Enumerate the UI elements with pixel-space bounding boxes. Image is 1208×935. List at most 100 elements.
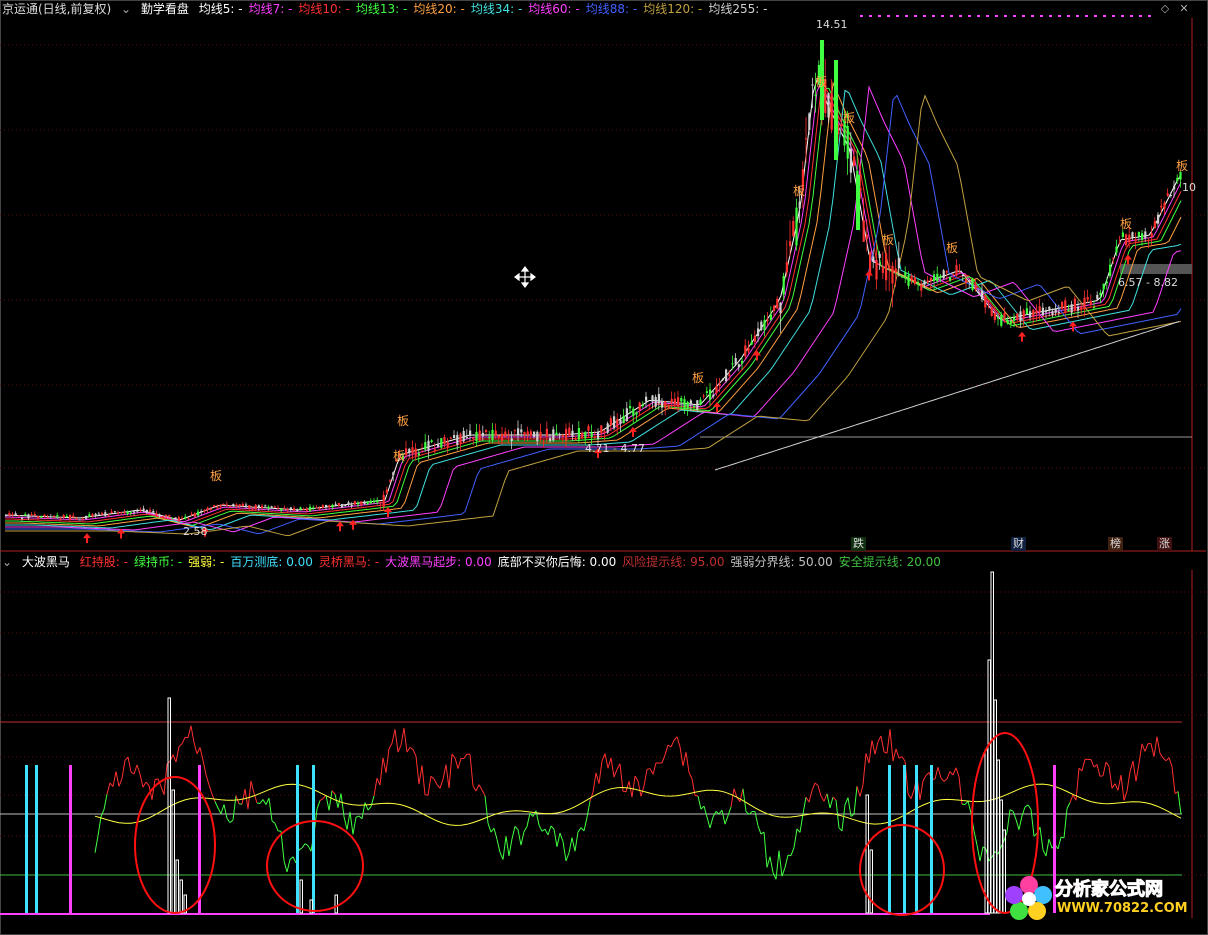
candle-body <box>1096 294 1099 300</box>
signal-dash <box>860 15 863 17</box>
oscillator-segment <box>646 768 651 770</box>
candle-body <box>574 439 577 441</box>
candle-body <box>104 512 107 516</box>
oscillator-segment <box>1048 838 1053 849</box>
oscillator-segment <box>481 789 486 796</box>
oscillator-segment <box>841 804 846 831</box>
oscillator-segment <box>142 781 147 788</box>
signal-dash <box>1148 15 1151 17</box>
candle-body <box>491 429 494 440</box>
board-mark-label: 板 <box>397 414 409 428</box>
candle-body <box>926 280 929 283</box>
candle-body <box>283 507 286 509</box>
oscillator-segment <box>586 801 591 818</box>
oscillator-segment <box>316 800 321 810</box>
candle-body <box>1125 234 1128 246</box>
oscillator-segment <box>160 786 165 795</box>
oscillator-segment <box>802 797 807 814</box>
candle-body <box>353 501 356 505</box>
candle-body <box>1035 310 1038 314</box>
oscillator-segment <box>214 801 219 809</box>
oscillator-segment <box>517 829 522 846</box>
oscillator-segment <box>844 797 849 805</box>
candle-body <box>1041 307 1044 316</box>
oscillator-segment <box>352 817 357 835</box>
signal-dash <box>941 15 944 17</box>
candle-body <box>1179 171 1182 180</box>
candle-body <box>526 431 529 435</box>
candle-body <box>72 515 75 518</box>
oscillator-segment <box>544 828 549 836</box>
candle-body <box>190 513 193 515</box>
oscillator-segment <box>403 728 408 753</box>
oscillator-segment <box>1030 809 1035 837</box>
oscillator-segment <box>1075 768 1080 801</box>
candle-body <box>49 516 52 518</box>
candle-body <box>475 431 478 442</box>
candle-body <box>437 444 440 447</box>
candle-body <box>305 508 308 511</box>
oscillator-segment <box>766 856 771 868</box>
candle-body <box>1000 315 1003 326</box>
oscillator-segment <box>109 782 114 787</box>
candle-body <box>955 265 958 276</box>
oscillator-segment <box>553 829 558 847</box>
candle-body <box>945 271 948 273</box>
signal-dash <box>1013 15 1016 17</box>
candle-body <box>990 307 993 317</box>
candle-body <box>968 280 971 282</box>
oscillator-segment <box>709 816 714 829</box>
candle-body <box>59 519 62 521</box>
candle-body <box>1150 233 1153 238</box>
oscillator-segment <box>925 772 930 776</box>
oscillator-segment <box>1081 759 1086 772</box>
oscillator-segment <box>418 765 423 785</box>
oscillator-segment <box>862 753 867 785</box>
oscillator-segment <box>484 795 489 824</box>
oscillator-segment <box>949 771 954 776</box>
oscillator-segment <box>136 764 141 775</box>
candle-body <box>779 302 782 314</box>
oscillator-segment <box>427 776 432 796</box>
oscillator-segment <box>301 843 306 849</box>
oscillator-segment <box>193 742 198 754</box>
oscillator-segment <box>346 811 351 830</box>
candle-body <box>142 508 145 511</box>
high-price-label: 14.51 <box>816 18 848 31</box>
oscillator-segment <box>973 830 978 846</box>
candle-body <box>209 508 212 510</box>
oscillator-segment <box>877 735 882 742</box>
candle-body <box>1147 240 1150 242</box>
candle-body <box>808 113 811 130</box>
board-mark-label: 板 <box>1120 217 1132 231</box>
oscillator-segment <box>649 768 654 775</box>
oscillator-segment <box>682 752 687 766</box>
candle-body <box>721 378 724 380</box>
white-signal-bar <box>993 699 997 914</box>
oscillator-segment <box>922 775 927 782</box>
candle-body <box>875 259 878 280</box>
oscillator-segment <box>1150 743 1155 757</box>
candle-body <box>881 266 884 273</box>
candle-body <box>81 518 84 520</box>
candle-body <box>1067 309 1070 312</box>
candle-body <box>670 398 673 403</box>
candle-body <box>238 504 241 507</box>
oscillator-segment <box>487 823 492 833</box>
candle-body <box>472 437 475 440</box>
candle-body <box>865 234 868 240</box>
oscillator-segment <box>220 804 225 814</box>
oscillator-segment <box>94 835 99 853</box>
candle-body <box>1009 321 1012 324</box>
candle-body <box>40 515 43 518</box>
candle-body <box>315 507 318 509</box>
candle-body <box>1022 310 1025 320</box>
oscillator-segment <box>721 810 726 825</box>
candle-body <box>216 507 219 509</box>
oscillator-segment <box>946 771 951 780</box>
oscillator-segment <box>637 780 642 797</box>
candle-body <box>1077 306 1080 311</box>
oscillator-segment <box>577 827 582 833</box>
stock-chart[interactable]: 板板板板板板板板板板板 <box>0 0 1208 935</box>
oscillator-segment <box>307 845 312 852</box>
